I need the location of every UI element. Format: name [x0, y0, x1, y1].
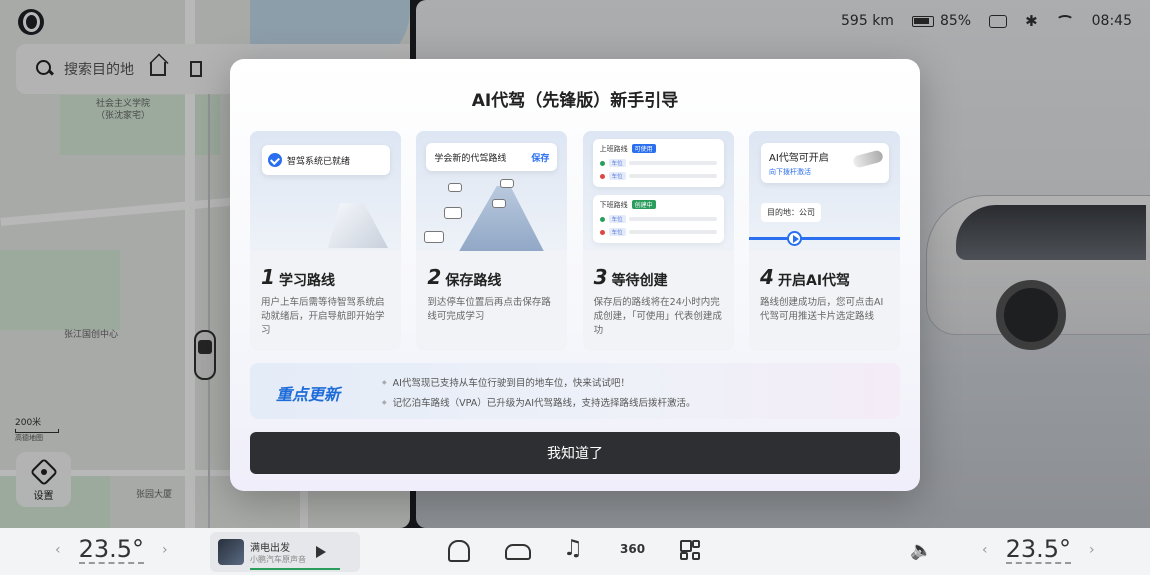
- chevron-left-icon[interactable]: ‹: [982, 542, 988, 558]
- step-title: 学习路线: [279, 273, 335, 289]
- wing-icon: [328, 203, 388, 248]
- step-title: 等待创建: [611, 273, 668, 289]
- step-desc: 路线创建成功后，您可点击AI代驾可用推送卡片选定路线: [759, 297, 884, 322]
- music-icon[interactable]: [563, 536, 585, 562]
- car-icon: [500, 179, 515, 188]
- temp-left-value: 23.5°: [78, 535, 145, 564]
- save-route-bar: 学会新的代驾路线 保存: [426, 143, 558, 171]
- step-number: 4: [759, 265, 774, 289]
- apps-icon[interactable]: [680, 540, 702, 562]
- step-desc: 用户上车后需等待智驾系统启动就绪后，开启导航即开始学习: [261, 297, 385, 336]
- confirm-button[interactable]: 我知道了: [250, 432, 900, 474]
- album-art: [218, 539, 244, 565]
- garage-icon[interactable]: [448, 540, 470, 562]
- destination-chip: 目的地：公司: [760, 203, 821, 222]
- step-number: 1: [261, 265, 275, 289]
- media-subtitle: 小鹏汽车原声音: [250, 555, 306, 564]
- ready-pill: 智驾系统已就绪: [262, 145, 390, 175]
- update-notes: 重点更新 AI代驾现已支持从车位行驶到目的地车位，快来试试吧！ 记忆泊车路线（V…: [250, 363, 900, 419]
- step-desc: 保存后的路线将在24小时内完成创建，「可使用」代表创建成功: [593, 297, 722, 336]
- car-icon: [424, 231, 445, 243]
- step-illustration: 智驾系统已就绪: [250, 131, 401, 251]
- chevron-right-icon[interactable]: ›: [1089, 542, 1095, 558]
- step-illustration: 上班路线 可使用 车位 车位 下班路线 创建中 车位 车位: [582, 131, 734, 251]
- ai-ready-pill: AI代驾可开启 向下拨杆激活: [760, 143, 889, 183]
- car-icon: [444, 207, 463, 219]
- temp-right-value: 23.5°: [1005, 535, 1072, 564]
- step-illustration: AI代驾可开启 向下拨杆激活 目的地：公司: [748, 131, 900, 251]
- check-icon: [268, 153, 282, 167]
- guide-dialog: AI代驾（先锋版）新手引导 智驾系统已就绪 1 学习路线 用户上车后需等待智驾系…: [230, 59, 920, 491]
- play-icon: [786, 231, 802, 246]
- step-number: 3: [593, 265, 608, 289]
- step-number: 2: [427, 265, 442, 289]
- guide-steps: 智驾系统已就绪 1 学习路线 用户上车后需等待智驾系统启动就绪后，开启导航即开始…: [250, 131, 900, 351]
- route-item: 上班路线 可使用 车位 车位: [592, 139, 724, 187]
- update-item: 记忆泊车路线（VPA）已升级为AI代驾路线，支持选择路线后拨杆激活。: [382, 393, 696, 413]
- road-icon: [456, 186, 547, 251]
- step-card-learn: 智驾系统已就绪 1 学习路线 用户上车后需等待智驾系统启动就绪后，开启导航即开始…: [250, 131, 401, 351]
- step-title: 开启AI代驾: [777, 273, 851, 289]
- chevron-left-icon[interactable]: ‹: [55, 542, 61, 558]
- step-title: 保存路线: [445, 273, 502, 289]
- media-title: 满电出发: [250, 543, 290, 554]
- temp-right[interactable]: ‹ 23.5° ›: [982, 536, 1095, 564]
- car-icon: [448, 183, 463, 192]
- step-card-save: 学会新的代驾路线 保存 2 保存路线 到达停车位置后再点击保存路线可完成学习: [416, 131, 568, 351]
- media-player[interactable]: 满电出发 小鹏汽车原声音: [210, 532, 360, 572]
- media-progress: [250, 568, 340, 570]
- volume-icon[interactable]: [910, 540, 932, 562]
- route-item: 下班路线 创建中 车位 车位: [592, 195, 724, 243]
- step-illustration: 学会新的代驾路线 保存: [416, 131, 568, 251]
- step-desc: 到达停车位置后再点击保存路线可完成学习: [427, 297, 551, 322]
- dialog-title: AI代驾（先锋版）新手引导: [471, 91, 679, 111]
- route-line: [748, 237, 900, 240]
- camera-360-icon[interactable]: 360: [620, 540, 645, 562]
- update-title: 重点更新: [276, 385, 341, 404]
- temp-left[interactable]: ‹ 23.5° ›: [55, 536, 168, 564]
- play-icon[interactable]: [316, 546, 326, 558]
- car-icon[interactable]: [505, 544, 531, 560]
- step-card-wait: 上班路线 可使用 车位 车位 下班路线 创建中 车位 车位 3 等待创建 保存后的路…: [582, 131, 734, 351]
- chevron-right-icon[interactable]: ›: [162, 542, 168, 558]
- update-item: AI代驾现已支持从车位行驶到目的地车位，快来试试吧！: [382, 373, 696, 393]
- car-icon: [492, 199, 507, 208]
- step-card-start: AI代驾可开启 向下拨杆激活 目的地：公司 4 开启AI代驾 路线创建成功后，您…: [748, 131, 900, 351]
